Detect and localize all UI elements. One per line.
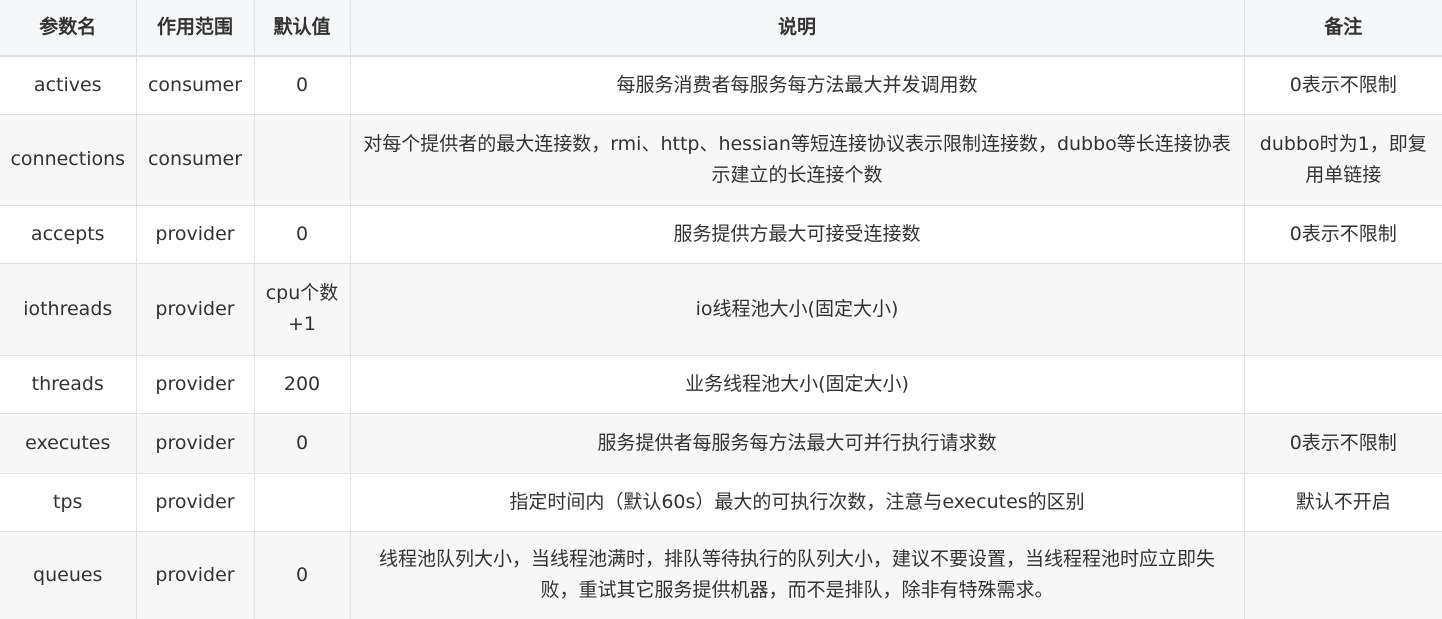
cell-note: dubbo时为1，即复用单链接: [1244, 114, 1442, 206]
cell-param-name: executes: [0, 413, 137, 474]
cell-default: 0: [254, 205, 351, 264]
table-row: queues provider 0 线程池队列大小，当线程池满时，排队等待执行的…: [0, 531, 1442, 619]
cell-description: 服务提供方最大可接受连接数: [350, 205, 1245, 264]
table-header: 参数名 作用范围 默认值 说明 备注: [0, 0, 1442, 57]
header-default: 默认值: [254, 0, 351, 57]
cell-note: 0表示不限制: [1244, 56, 1442, 115]
cell-description: 业务线程池大小(固定大小): [350, 355, 1245, 414]
table-row: executes provider 0 服务提供者每服务每方法最大可并行执行请求…: [0, 413, 1442, 474]
cell-description: 线程池队列大小，当线程池满时，排队等待执行的队列大小，建议不要设置，当线程程池时…: [350, 531, 1245, 619]
header-row: 参数名 作用范围 默认值 说明 备注: [0, 0, 1442, 57]
cell-description: io线程池大小(固定大小): [350, 263, 1245, 356]
parameter-table: 参数名 作用范围 默认值 说明 备注 actives consumer 0 每服…: [0, 0, 1442, 619]
cell-default: [254, 114, 351, 206]
header-param-name: 参数名: [0, 0, 137, 57]
cell-description: 每服务消费者每服务每方法最大并发调用数: [350, 56, 1245, 115]
table-row: actives consumer 0 每服务消费者每服务每方法最大并发调用数 0…: [0, 56, 1442, 115]
header-description: 说明: [350, 0, 1245, 57]
cell-param-name: accepts: [0, 205, 137, 264]
cell-scope: provider: [136, 205, 255, 264]
cell-param-name: queues: [0, 531, 137, 619]
table-row: connections consumer 对每个提供者的最大连接数，rmi、ht…: [0, 114, 1442, 206]
table-row: accepts provider 0 服务提供方最大可接受连接数 0表示不限制: [0, 205, 1442, 264]
cell-scope: provider: [136, 355, 255, 414]
cell-param-name: tps: [0, 473, 137, 532]
cell-note: [1244, 531, 1442, 619]
cell-param-name: actives: [0, 56, 137, 115]
cell-note: [1244, 263, 1442, 356]
header-note: 备注: [1244, 0, 1442, 57]
table-row: threads provider 200 业务线程池大小(固定大小): [0, 355, 1442, 414]
cell-note: 0表示不限制: [1244, 205, 1442, 264]
cell-note: 默认不开启: [1244, 473, 1442, 532]
cell-scope: provider: [136, 473, 255, 532]
table-row: tps provider 指定时间内（默认60s）最大的可执行次数，注意与exe…: [0, 473, 1442, 532]
cell-scope: provider: [136, 263, 255, 356]
table-row: iothreads provider cpu个数+1 io线程池大小(固定大小): [0, 263, 1442, 356]
cell-scope: provider: [136, 531, 255, 619]
cell-default: cpu个数+1: [254, 263, 351, 356]
cell-description: 对每个提供者的最大连接数，rmi、http、hessian等短连接协议表示限制连…: [350, 114, 1245, 206]
cell-scope: provider: [136, 413, 255, 474]
header-scope: 作用范围: [136, 0, 255, 57]
cell-param-name: iothreads: [0, 263, 137, 356]
cell-default: 0: [254, 531, 351, 619]
cell-param-name: threads: [0, 355, 137, 414]
cell-note: 0表示不限制: [1244, 413, 1442, 474]
cell-default: 0: [254, 56, 351, 115]
cell-param-name: connections: [0, 114, 137, 206]
cell-default: [254, 473, 351, 532]
cell-note: [1244, 355, 1442, 414]
cell-description: 服务提供者每服务每方法最大可并行执行请求数: [350, 413, 1245, 474]
cell-default: 200: [254, 355, 351, 414]
cell-default: 0: [254, 413, 351, 474]
cell-scope: consumer: [136, 56, 255, 115]
cell-scope: consumer: [136, 114, 255, 206]
cell-description: 指定时间内（默认60s）最大的可执行次数，注意与executes的区别: [350, 473, 1245, 532]
table-body: actives consumer 0 每服务消费者每服务每方法最大并发调用数 0…: [0, 56, 1442, 619]
